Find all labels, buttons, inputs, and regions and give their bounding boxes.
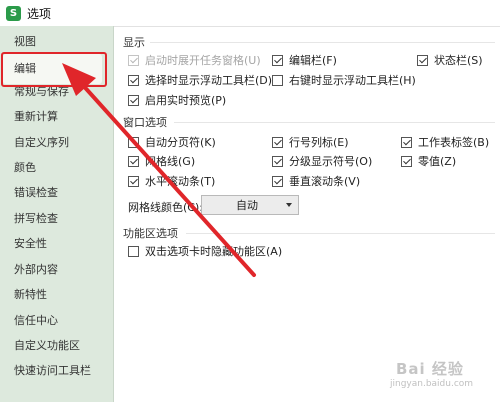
checkbox-label: 零值(Z): [418, 155, 457, 168]
baidu-watermark: Bai 经验 jingyan.baidu.com: [380, 358, 492, 396]
checkbox-icon[interactable]: [272, 74, 283, 86]
checkbox-floating-toolbar-select[interactable]: 选择时显示浮动工具栏(D): [128, 72, 272, 88]
checkbox-gridlines[interactable]: 网格线(G): [128, 153, 195, 169]
checkbox-icon[interactable]: [417, 54, 428, 66]
sidebar-item-trust-center[interactable]: 信任中心: [14, 314, 58, 328]
checkbox-expand-task-pane[interactable]: 启动时展开任务窗格(U): [128, 52, 261, 68]
checkbox-floating-toolbar-rightclick[interactable]: 右键时显示浮动工具栏(H): [272, 72, 416, 88]
checkbox-status-bar[interactable]: 状态栏(S): [417, 52, 483, 68]
section-divider: [150, 42, 495, 43]
checkbox-icon[interactable]: [272, 136, 283, 148]
sidebar-item-color[interactable]: 颜色: [14, 161, 36, 175]
options-sidebar: 视图 编辑 常规与保存 重新计算 自定义序列 颜色 错误检查 拼写检查 安全性 …: [0, 26, 114, 402]
section-title-ribbon-options: 功能区选项: [123, 227, 178, 240]
checkbox-icon[interactable]: [401, 155, 412, 167]
checkbox-label: 分级显示符号(O): [289, 155, 373, 168]
checkbox-icon[interactable]: [128, 175, 139, 187]
checkbox-hide-ribbon-dblclick[interactable]: 双击选项卡时隐藏功能区(A): [128, 243, 282, 259]
checkbox-sheet-tabs[interactable]: 工作表标签(B): [401, 134, 489, 150]
watermark-text: Bai 经验: [396, 360, 464, 378]
checkbox-label: 右键时显示浮动工具栏(H): [289, 74, 416, 87]
checkbox-row-col-headers[interactable]: 行号列标(E): [272, 134, 349, 150]
sidebar-item-security[interactable]: 安全性: [14, 237, 47, 251]
sidebar-item-general-save[interactable]: 常规与保存: [14, 85, 69, 99]
sidebar-item-custom-lists[interactable]: 自定义序列: [14, 136, 69, 150]
checkbox-icon[interactable]: [128, 54, 139, 66]
checkbox-auto-page-break[interactable]: 自动分页符(K): [128, 134, 216, 150]
checkbox-icon[interactable]: [272, 155, 283, 167]
checkbox-label: 自动分页符(K): [145, 136, 216, 149]
section-divider: [174, 122, 495, 123]
checkbox-live-preview[interactable]: 启用实时预览(P): [128, 92, 226, 108]
section-title-window-options: 窗口选项: [123, 116, 167, 129]
sidebar-item-view[interactable]: 视图: [14, 35, 36, 49]
window-title: 选项: [27, 6, 52, 21]
checkbox-icon[interactable]: [128, 136, 139, 148]
section-title-display: 显示: [123, 36, 145, 49]
chevron-down-icon: [286, 203, 292, 207]
sidebar-item-spell-check[interactable]: 拼写检查: [14, 212, 58, 226]
checkbox-icon[interactable]: [128, 74, 139, 86]
checkbox-icon[interactable]: [401, 136, 412, 148]
watermark-url: jingyan.baidu.com: [390, 379, 474, 389]
checkbox-horizontal-scrollbar[interactable]: 水平滚动条(T): [128, 173, 215, 189]
sidebar-item-edit[interactable]: 编辑: [3, 54, 102, 84]
checkbox-zero-values[interactable]: 零值(Z): [401, 153, 456, 169]
checkbox-icon[interactable]: [128, 94, 139, 106]
gridline-color-value: 自动: [236, 199, 258, 212]
checkbox-outline-symbols[interactable]: 分级显示符号(O): [272, 153, 372, 169]
checkbox-label: 启用实时预览(P): [145, 94, 227, 107]
checkbox-label: 编辑栏(F): [289, 54, 337, 67]
checkbox-label: 工作表标签(B): [418, 136, 490, 149]
checkbox-icon[interactable]: [272, 175, 283, 187]
sidebar-item-error-check[interactable]: 错误检查: [14, 186, 58, 200]
app-icon: S: [6, 5, 21, 21]
checkbox-label: 启动时展开任务窗格(U): [145, 54, 261, 67]
sidebar-item-customize-ribbon[interactable]: 自定义功能区: [14, 339, 80, 353]
sidebar-item-quick-access-toolbar[interactable]: 快速访问工具栏: [14, 364, 91, 378]
title-bar: S 选项: [0, 0, 500, 27]
gridline-color-select[interactable]: 自动: [201, 195, 299, 215]
checkbox-icon[interactable]: [128, 155, 139, 167]
checkbox-label: 网格线(G): [145, 155, 196, 168]
checkbox-label: 行号列标(E): [289, 136, 349, 149]
checkbox-label: 水平滚动条(T): [145, 175, 216, 188]
checkbox-vertical-scrollbar[interactable]: 垂直滚动条(V): [272, 173, 360, 189]
checkbox-label: 垂直滚动条(V): [289, 175, 361, 188]
section-divider: [186, 233, 495, 234]
checkbox-icon[interactable]: [272, 54, 283, 66]
checkbox-formula-bar[interactable]: 编辑栏(F): [272, 52, 337, 68]
checkbox-label: 状态栏(S): [434, 54, 483, 67]
checkbox-label: 选择时显示浮动工具栏(D): [145, 74, 273, 87]
gridline-color-label: 网格线颜色(C):: [128, 201, 203, 214]
checkbox-icon[interactable]: [128, 245, 139, 257]
sidebar-item-external-content[interactable]: 外部内容: [14, 263, 58, 277]
sidebar-item-recalculate[interactable]: 重新计算: [14, 110, 58, 124]
sidebar-item-new-features[interactable]: 新特性: [14, 288, 47, 302]
checkbox-label: 双击选项卡时隐藏功能区(A): [145, 245, 283, 258]
